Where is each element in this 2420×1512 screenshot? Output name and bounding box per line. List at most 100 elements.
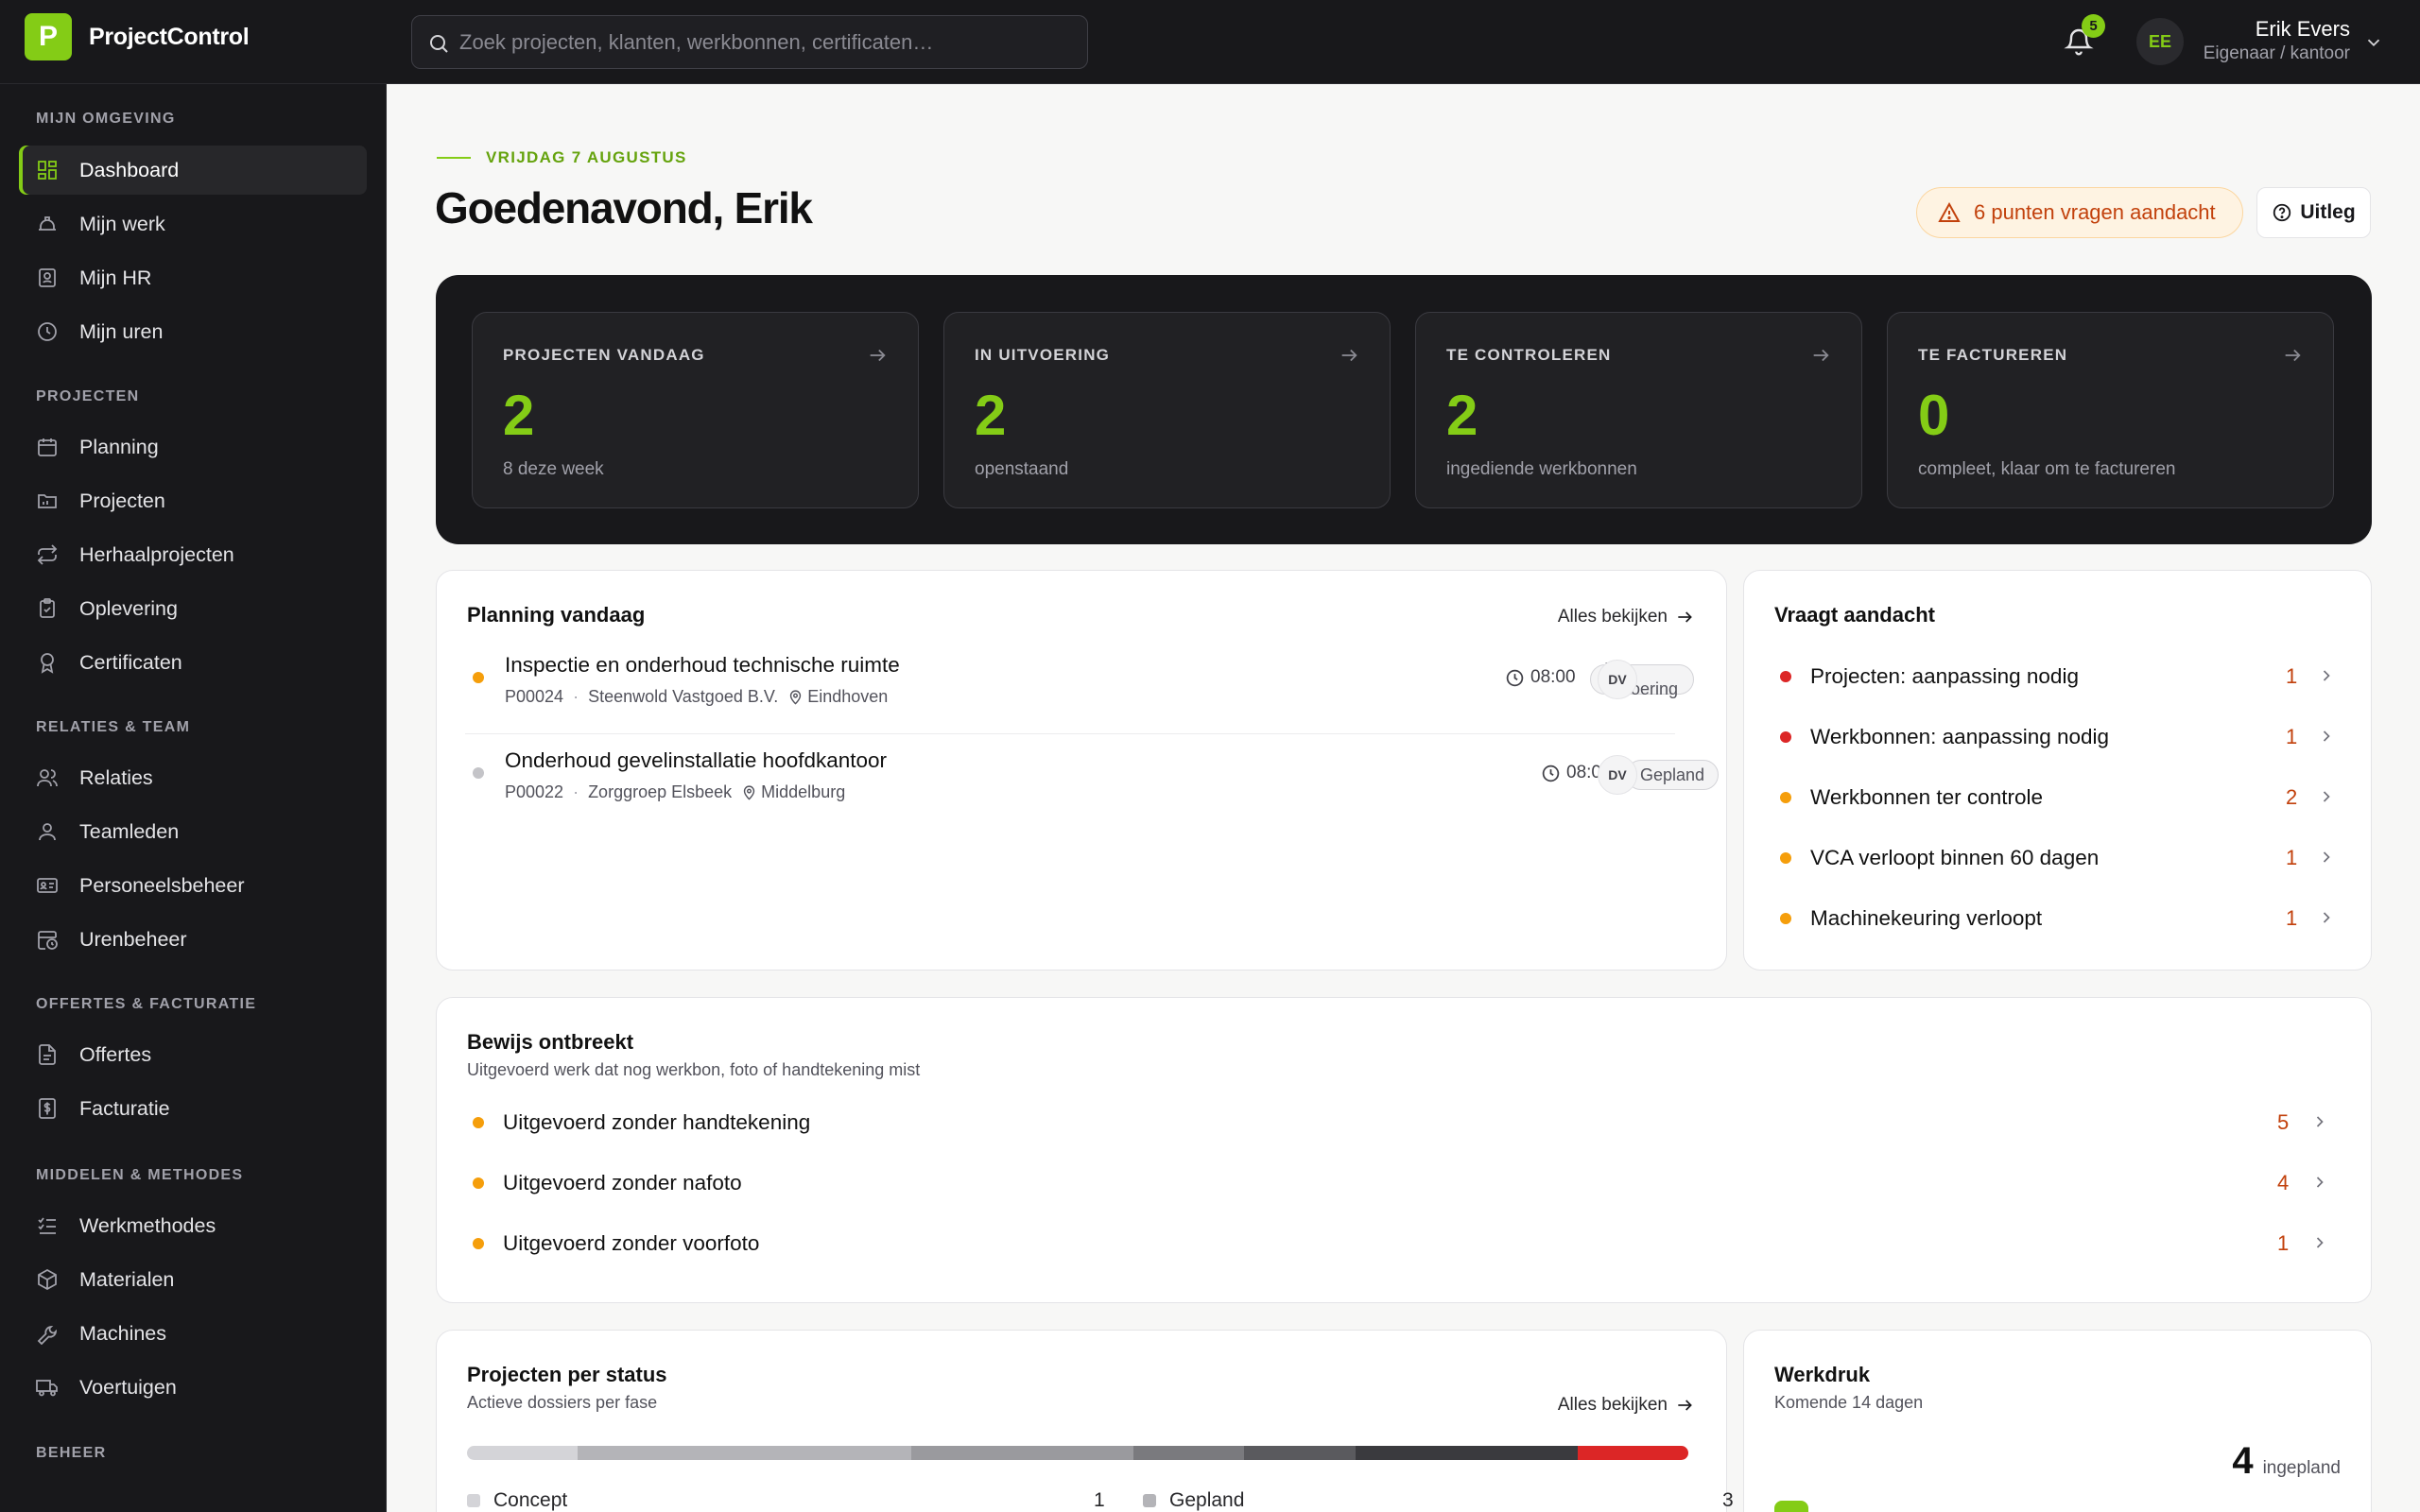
truck-icon [36,1380,58,1397]
proof-card: Bewijs ontbreekt Uitgevoerd werk dat nog… [436,997,2372,1303]
sidebar-item-label: Werkmethodes [79,1213,216,1237]
page-title: Goedenavond, Erik [435,183,813,232]
app-logo: P [25,13,72,60]
kpi-card-projecten-vandaag[interactable]: PROJECTEN VANDAAG 2 8 deze week [472,312,919,508]
user-avatar[interactable]: EE [2136,18,2184,65]
status-segment [910,1446,1133,1460]
attention-item-label: VCA verloopt binnen 60 dagen [1810,846,2100,869]
clock-icon [38,322,57,341]
team-icon [39,823,56,841]
attention-item[interactable]: VCA verloopt binnen 60 dagen [1774,839,2099,877]
kpi-label: PROJECTEN VANDAAG [503,346,705,364]
dashboard-icon [38,161,57,180]
attention-item[interactable]: Machinekeuring verloopt [1774,900,2042,937]
planning-card: Planning vandaag Alles bekijken Inspecti… [436,570,1727,971]
workload-total: 4 ingepland [2232,1440,2341,1483]
chevron-right-icon[interactable] [2310,1173,2329,1192]
proof-item[interactable]: Uitgevoerd zonder handtekening [467,1104,810,1142]
planning-see-all-link[interactable]: Alles bekijken [1558,607,1694,627]
helmet-icon [39,216,56,231]
assignee-avatar: DV [1598,755,1637,795]
card-subtitle: Actieve dossiers per fase [467,1393,658,1412]
brand[interactable]: P ProjectControl [25,13,250,60]
card-title: Vraagt aandacht [1774,603,1935,627]
kpi-value: 2 [1446,384,1478,447]
attention-item[interactable]: Projecten: aanpassing nodig [1774,658,2079,696]
help-button[interactable]: Uitleg [2256,187,2371,238]
kpi-subtext: 8 deze week [503,459,604,479]
user-name[interactable]: Erik Evers [2256,17,2350,42]
attention-item-label: Projecten: aanpassing nodig [1810,664,2079,688]
sidebar-item-facturatie[interactable]: Facturatie [19,1084,367,1133]
sidebar-item-mijn-hr[interactable]: Mijn HR [19,253,367,302]
sidebar-item-label: Dashboard [79,158,180,181]
chevron-right-icon[interactable] [2317,727,2336,746]
status-dot [473,1117,484,1128]
arrow-right-icon [1341,349,1357,362]
legend-label: Concept [493,1489,568,1511]
proof-item[interactable]: Uitgevoerd zonder nafoto [467,1164,742,1202]
award-icon [41,653,54,674]
chevron-right-icon[interactable] [2317,787,2336,806]
city-name: Middelburg [761,782,846,801]
sidebar-item-materialen[interactable]: Materialen [19,1255,367,1304]
clipboard-check-icon [40,598,55,618]
sidebar-item-werkmethodes[interactable]: Werkmethodes [19,1201,367,1250]
planning-row[interactable]: Inspectie en onderhoud technische ruimte… [465,642,1694,734]
attention-item-label: Machinekeuring verloopt [1810,906,2043,930]
proof-item-label: Uitgevoerd zonder voorfoto [503,1231,760,1255]
sidebar-item-label: Relaties [79,765,153,789]
assignee-avatar: DV [1598,660,1637,699]
card-title: Werkdruk [1774,1363,1871,1386]
wrench-icon [37,1325,58,1345]
chevron-right-icon[interactable] [2317,666,2336,685]
sidebar-item-herhaalprojecten[interactable]: Herhaalprojecten [19,530,367,579]
kpi-label: IN UITVOERING [975,346,1111,364]
sidebar-item-label: Herhaalprojecten [79,542,234,566]
chevron-down-icon[interactable] [2363,32,2384,53]
divider [465,733,1675,734]
proof-item[interactable]: Uitgevoerd zonder voorfoto [467,1225,759,1263]
kpi-card-in-uitvoering[interactable]: IN UITVOERING 2 openstaand [943,312,1391,508]
attention-card: Vraagt aandacht Projecten: aanpassing no… [1743,570,2372,971]
attention-button[interactable]: 6 punten vragen aandacht [1916,187,2243,238]
sidebar-item-oplevering[interactable]: Oplevering [19,584,367,633]
sidebar-item-projecten[interactable]: Projecten [19,476,367,525]
sidebar-item-machines[interactable]: Machines [19,1309,367,1358]
card-title: Projecten per status [467,1363,667,1386]
sidebar-item-dashboard[interactable]: Dashboard [19,146,367,195]
search-icon [430,35,448,53]
attention-item[interactable]: Werkbonnen: aanpassing nodig [1774,718,2109,756]
status-dot [1780,671,1791,682]
sidebar-item-personeelsbeheer[interactable]: Personeelsbeheer [19,861,367,910]
chevron-right-icon[interactable] [2317,908,2336,927]
sidebar-item-certificaten[interactable]: Certificaten [19,638,367,687]
chevron-right-icon[interactable] [2310,1233,2329,1252]
nav-section-title: RELATIES & TEAM [36,719,191,735]
sidebar-item-label: Planning [79,435,159,458]
sidebar-item-voertuigen[interactable]: Voertuigen [19,1363,367,1412]
planning-item-title: Onderhoud gevelinstallatie hoofdkantoor [505,748,888,772]
sidebar-item-relaties[interactable]: Relaties [19,753,367,802]
sidebar-item-urenbeheer[interactable]: Urenbeheer [19,915,367,964]
attention-item-label: Werkbonnen ter controle [1810,785,2043,809]
search-input[interactable] [459,29,1064,55]
sidebar-item-mijn-werk[interactable]: Mijn werk [19,199,367,249]
kpi-card-te-factureren[interactable]: TE FACTUREREN 0 compleet, klaar om te fa… [1887,312,2334,508]
status-see-all-link[interactable]: Alles bekijken [1558,1395,1694,1416]
kpi-value: 2 [975,384,1007,447]
sidebar-item-offertes[interactable]: Offertes [19,1030,367,1079]
chevron-right-icon[interactable] [2317,848,2336,867]
kpi-card-te-controleren[interactable]: TE CONTROLEREN 2 ingediende werkbonnen [1415,312,1862,508]
sidebar-item-teamleden[interactable]: Teamleden [19,807,367,856]
sidebar-item-mijn-uren[interactable]: Mijn uren [19,307,367,356]
chevron-right-icon[interactable] [2310,1112,2329,1131]
planning-row[interactable]: Onderhoud gevelinstallatie hoofdkantoor … [465,737,1720,830]
sidebar-item-planning[interactable]: Planning [19,422,367,472]
status-segment [1132,1446,1245,1460]
status-dot [473,767,484,779]
project-code: P00024 [505,687,564,706]
id-icon [39,268,56,287]
status-segment [1244,1446,1356,1460]
attention-item[interactable]: Werkbonnen ter controle [1774,779,2043,816]
